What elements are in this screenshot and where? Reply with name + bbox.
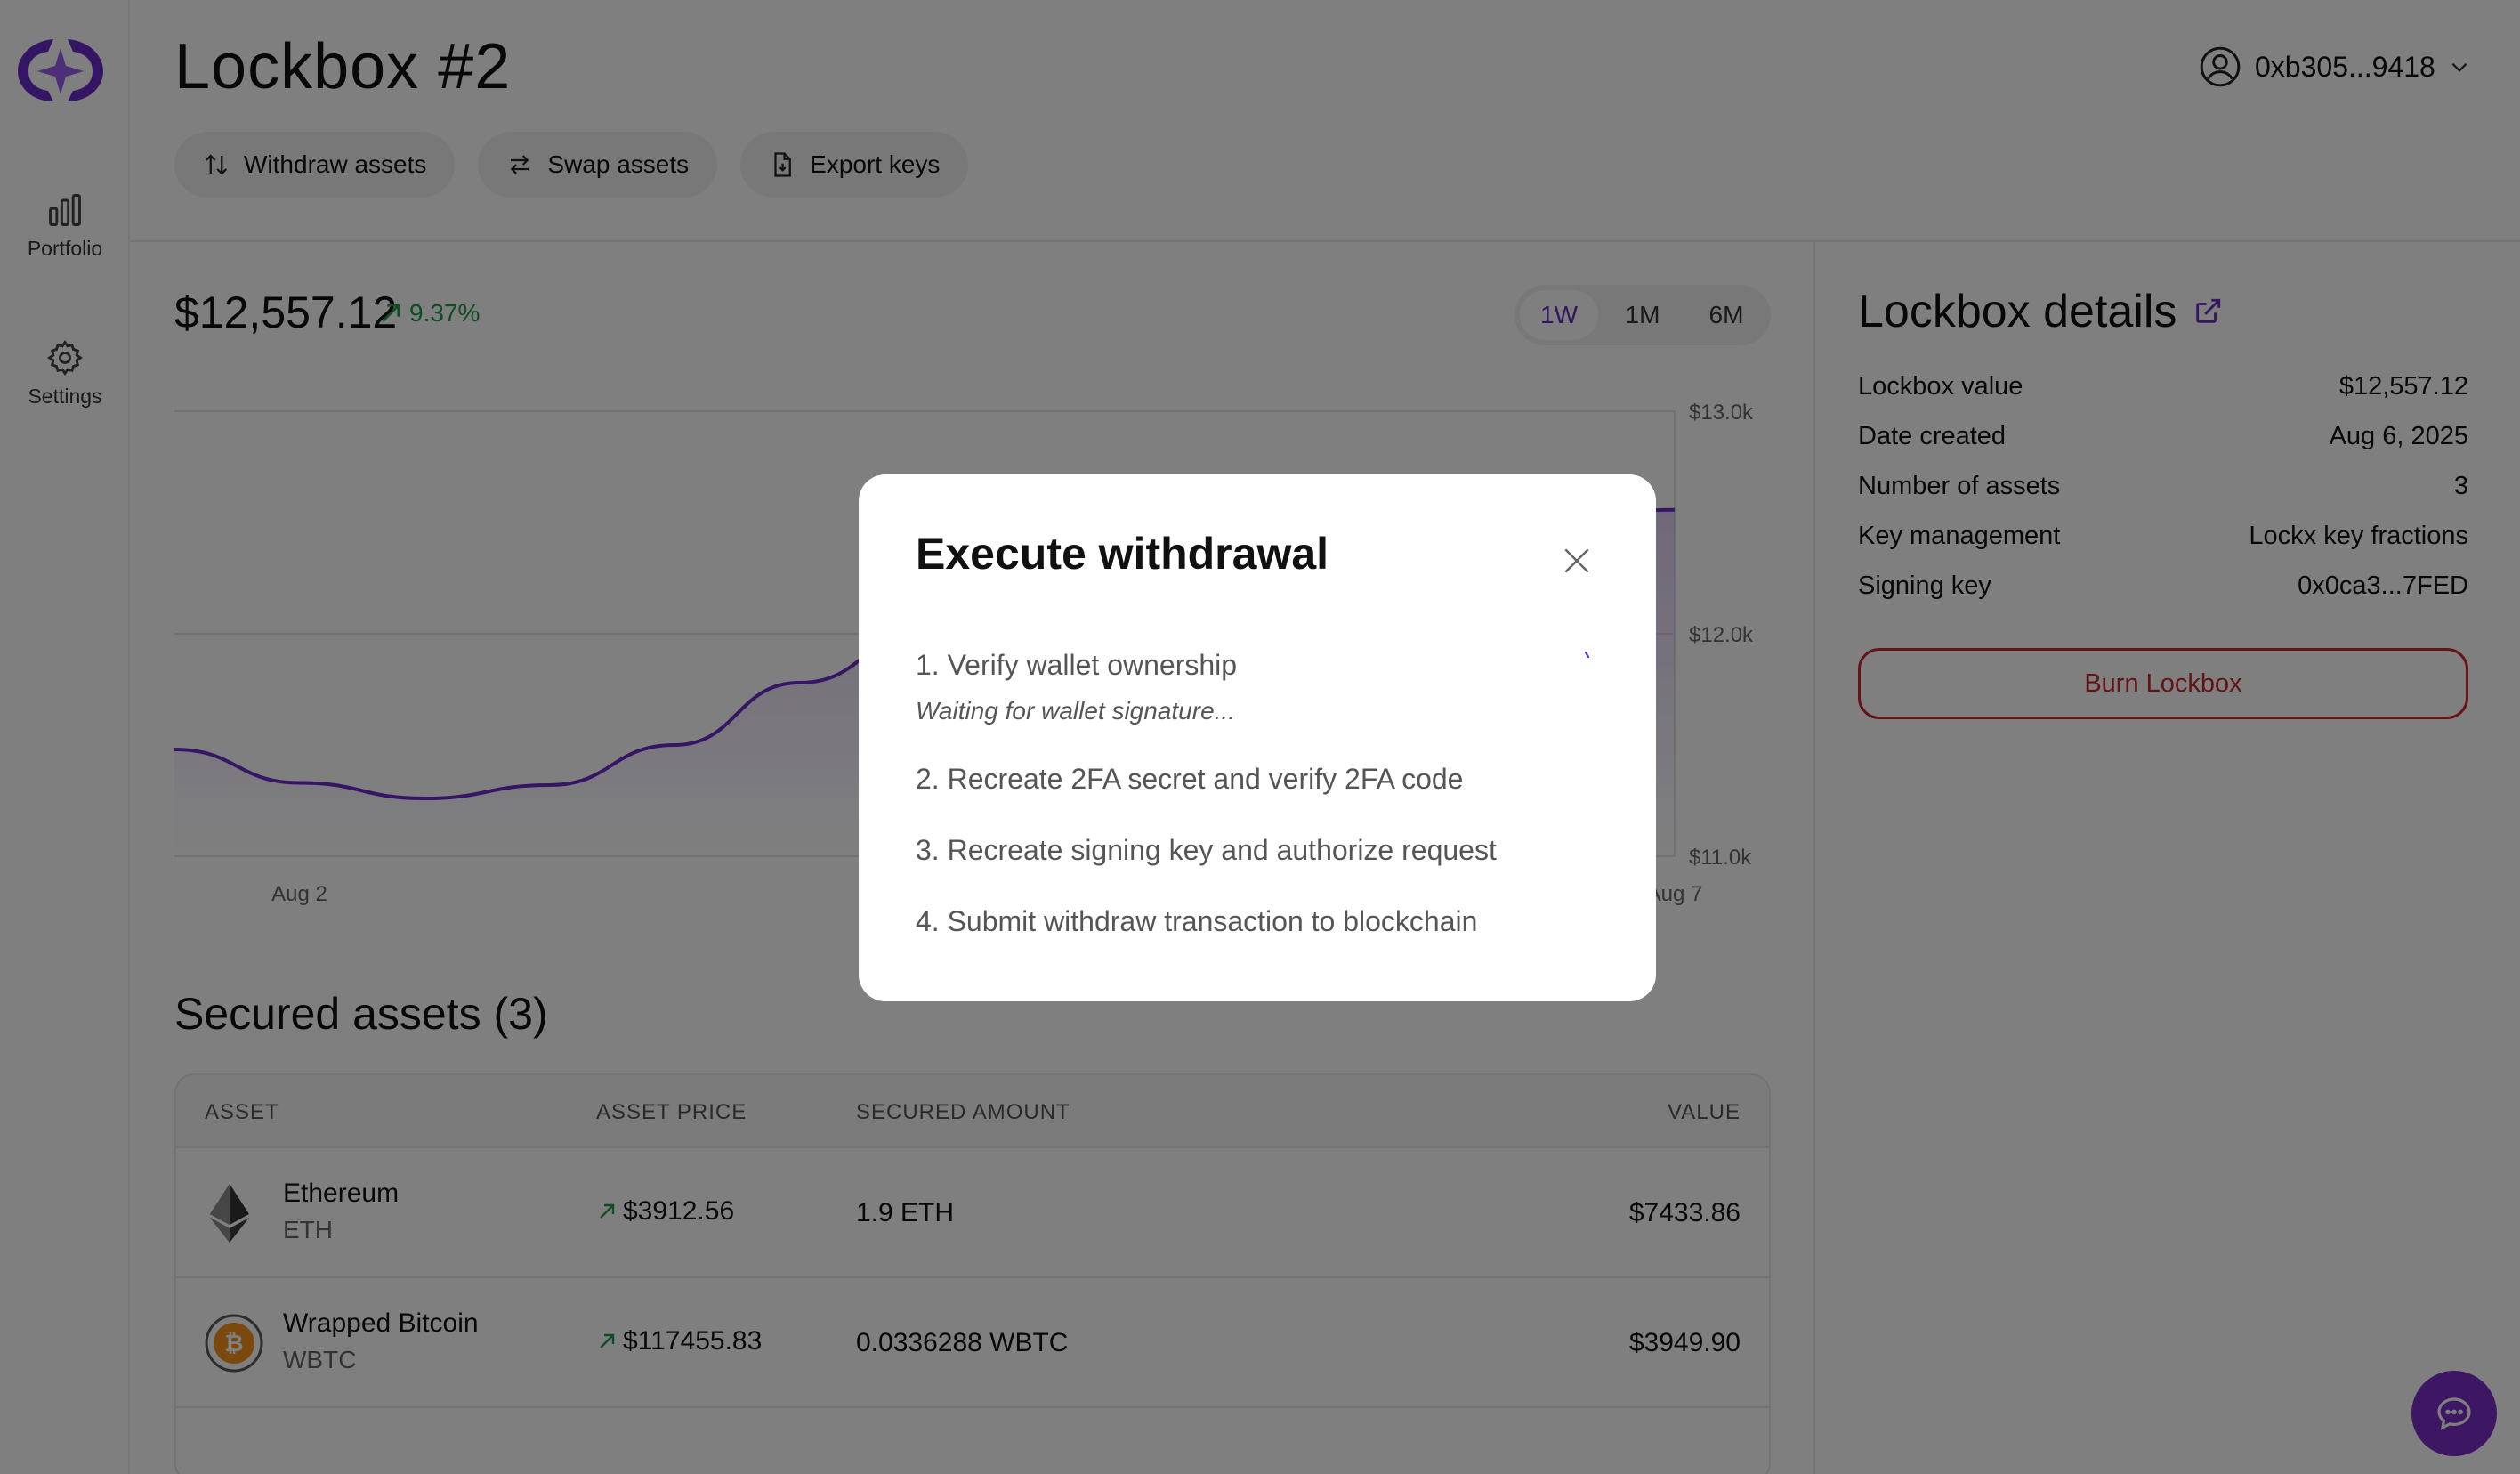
step-status: Waiting for wallet signature...	[916, 697, 1235, 725]
step-recreate-signing-key: 3. Recreate signing key and authorize re…	[916, 834, 1497, 866]
modal-title: Execute withdrawal	[916, 529, 1329, 579]
step-submit-transaction: 4. Submit withdraw transaction to blockc…	[916, 905, 1478, 937]
execute-withdrawal-modal: Execute withdrawal 1. Verify wallet owne…	[859, 474, 1656, 1001]
loading-spinner-icon	[1584, 651, 1590, 659]
step-recreate-2fa: 2. Recreate 2FA secret and verify 2FA co…	[916, 763, 1464, 795]
close-icon[interactable]	[1560, 544, 1594, 578]
step-verify-wallet: 1. Verify wallet ownership	[916, 649, 1238, 681]
